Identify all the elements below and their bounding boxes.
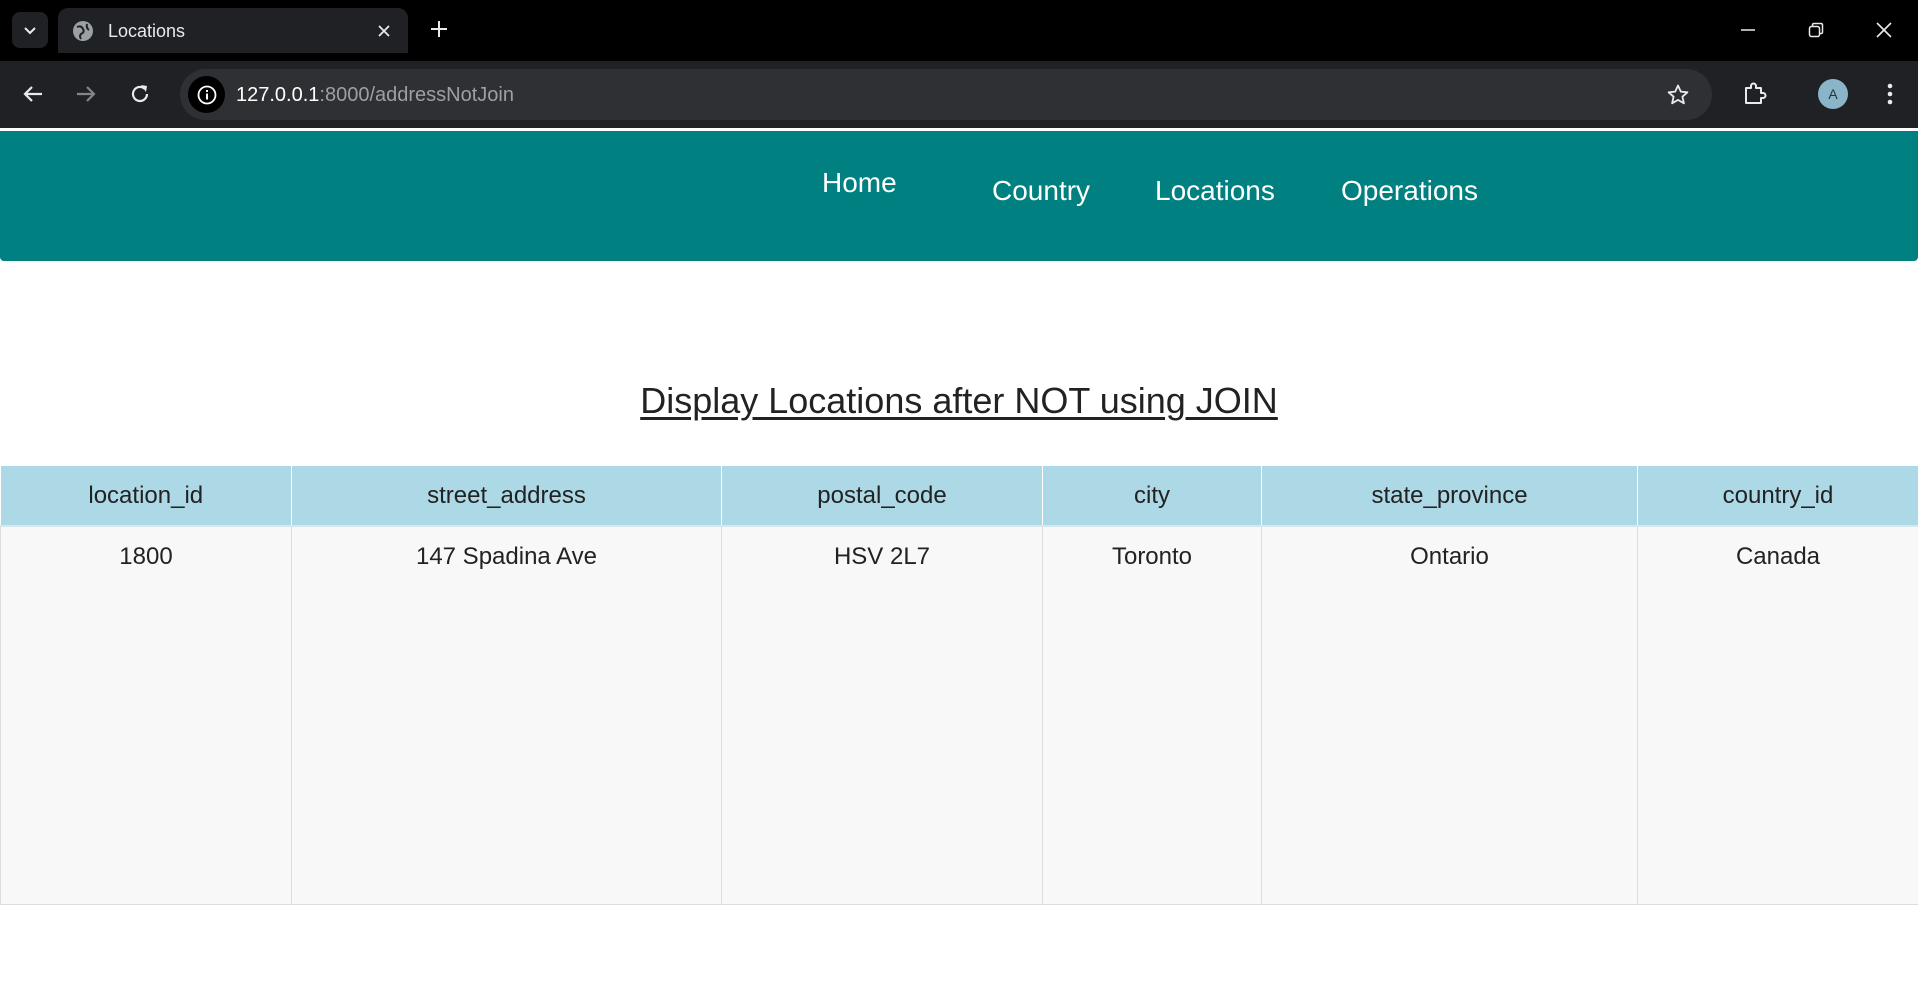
nav-link-country[interactable]: Country xyxy=(992,175,1090,207)
arrow-left-icon xyxy=(23,86,42,102)
chevron-down-icon xyxy=(24,27,36,35)
url-path: :8000/addressNotJoin xyxy=(319,84,514,106)
cell-location-id: 1800 xyxy=(0,525,292,905)
browser-tab[interactable]: Locations xyxy=(58,8,408,53)
extensions-button[interactable] xyxy=(1737,76,1773,112)
plus-icon xyxy=(431,21,447,37)
browser-toolbar: 127.0.0.1:8000/addressNotJoin A xyxy=(0,61,1918,128)
table-header-row: location_id street_address postal_code c… xyxy=(0,466,1918,527)
nav-link-operations[interactable]: Operations xyxy=(1341,175,1478,207)
locations-table: location_id street_address postal_code c… xyxy=(0,466,1918,905)
column-header-state-province: state_province xyxy=(1261,466,1638,527)
site-info-button[interactable] xyxy=(188,76,225,113)
column-header-street-address: street_address xyxy=(291,466,722,527)
restore-button[interactable] xyxy=(1796,10,1836,50)
cell-state-province: Ontario xyxy=(1261,525,1638,905)
close-icon xyxy=(1876,22,1892,38)
close-window-button[interactable] xyxy=(1864,10,1904,50)
url-text: 127.0.0.1:8000/addressNotJoin xyxy=(236,84,514,107)
tab-close-button[interactable] xyxy=(372,19,396,43)
profile-avatar[interactable]: A xyxy=(1818,79,1848,109)
browser-menu-button[interactable] xyxy=(1872,76,1908,112)
page-title: Display Locations after NOT using JOIN xyxy=(640,380,1278,421)
bookmark-button[interactable] xyxy=(1664,81,1692,109)
forward-button[interactable] xyxy=(68,76,104,112)
column-header-postal-code: postal_code xyxy=(721,466,1043,527)
url-host: 127.0.0.1 xyxy=(236,84,320,106)
puzzle-icon xyxy=(1745,82,1767,104)
reload-icon xyxy=(131,85,149,103)
tab-search-button[interactable] xyxy=(12,12,48,48)
nav-link-locations[interactable]: Locations xyxy=(1155,175,1275,207)
page-content: Home Country Locations Operations Displa… xyxy=(0,128,1918,1003)
star-icon xyxy=(1667,84,1689,105)
column-header-city: city xyxy=(1042,466,1262,527)
tab-title: Locations xyxy=(108,21,186,41)
globe-icon xyxy=(73,21,93,41)
restore-icon xyxy=(1808,22,1824,38)
cell-postal-code: HSV 2L7 xyxy=(721,525,1043,905)
more-vertical-icon xyxy=(1887,83,1893,105)
new-tab-button[interactable] xyxy=(424,14,454,44)
table-row: 1800 147 Spadina Ave HSV 2L7 Toronto Ont… xyxy=(0,525,1918,905)
nav-link-home[interactable]: Home xyxy=(822,167,897,199)
back-button[interactable] xyxy=(15,76,51,112)
close-icon xyxy=(378,25,390,37)
info-icon xyxy=(197,85,216,104)
minimize-button[interactable] xyxy=(1728,10,1768,50)
minimize-icon xyxy=(1741,29,1755,31)
cell-country-id: Canada xyxy=(1637,525,1918,905)
cell-city: Toronto xyxy=(1042,525,1262,905)
cell-street-address: 147 Spadina Ave xyxy=(291,525,722,905)
arrow-right-icon xyxy=(77,86,96,102)
column-header-country-id: country_id xyxy=(1637,466,1918,527)
address-bar[interactable]: 127.0.0.1:8000/addressNotJoin xyxy=(180,69,1712,120)
site-navbar: Home Country Locations Operations xyxy=(0,131,1918,261)
column-header-location-id: location_id xyxy=(0,466,292,527)
reload-button[interactable] xyxy=(122,76,158,112)
browser-tab-bar: Locations xyxy=(0,0,1918,61)
